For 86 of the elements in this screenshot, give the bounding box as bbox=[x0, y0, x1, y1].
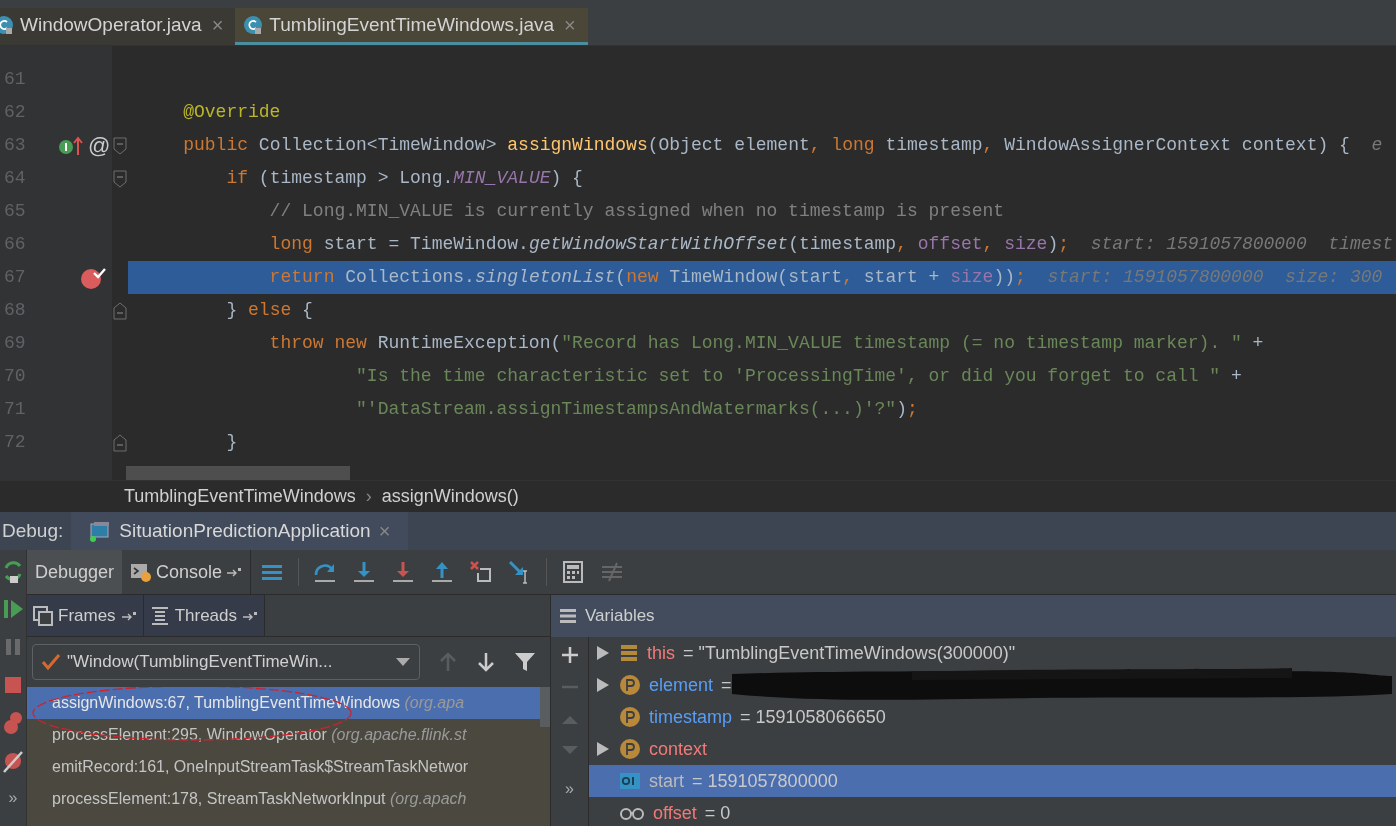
thread-name: "Window(TumblingEventTimeWin... bbox=[67, 651, 334, 674]
add-icon[interactable] bbox=[559, 645, 580, 665]
variable-value: = 0 bbox=[704, 801, 731, 825]
more-button[interactable]: » bbox=[8, 786, 18, 810]
variable-row[interactable]: context bbox=[589, 733, 1396, 765]
frame-row[interactable]: assignWindows:67, TumblingEventTimeWindows (org.apa bbox=[27, 687, 540, 719]
console-icon bbox=[130, 561, 153, 583]
variable-value: = 1591057800000 bbox=[692, 769, 838, 793]
run-window-icon bbox=[89, 520, 112, 542]
rerun-icon[interactable] bbox=[2, 558, 24, 584]
horizontal-scrollbar-thumb[interactable] bbox=[126, 466, 350, 480]
more-button[interactable]: » bbox=[565, 777, 574, 801]
code-line: @Override bbox=[182, 101, 282, 124]
filter-icon[interactable] bbox=[514, 651, 536, 673]
session-name: SituationPredictionApplication bbox=[119, 518, 371, 543]
threads-icon bbox=[149, 605, 170, 626]
pin-arrow-icon[interactable] bbox=[120, 609, 137, 622]
parameter-icon bbox=[619, 706, 641, 728]
expand-arrow-icon[interactable] bbox=[596, 645, 610, 661]
thread-dropdown[interactable]: "Window(TumblingEventTimeWin... bbox=[32, 644, 420, 680]
breadcrumb-separator: › bbox=[365, 485, 372, 508]
fold-marker-icon[interactable] bbox=[112, 300, 128, 321]
tab-label: WindowOperator.java bbox=[20, 12, 202, 37]
implements-up-arrow-icon[interactable] bbox=[58, 134, 84, 157]
pin-arrow-icon[interactable] bbox=[226, 566, 243, 578]
class-file-icon bbox=[243, 15, 264, 35]
panel-tab[interactable]: Frames bbox=[27, 595, 144, 636]
fold-marker-icon[interactable] bbox=[112, 135, 128, 156]
primitive-value-icon bbox=[619, 772, 641, 790]
frames-icon bbox=[33, 605, 53, 626]
variable-row[interactable]: offset = 0 bbox=[589, 797, 1396, 826]
tab-label: Console bbox=[156, 560, 223, 584]
scrollbar-thumb[interactable] bbox=[540, 687, 550, 727]
variable-name: offset bbox=[653, 801, 697, 825]
variables-icon bbox=[559, 607, 577, 625]
debug-tab[interactable]: Debugger bbox=[27, 550, 123, 594]
caret-icon bbox=[395, 657, 411, 667]
code-line: throw new RuntimeException("Record has Long.MIN_VALUE timestamp (= no timestamp marker). " + bbox=[268, 332, 1265, 355]
code-line: "Is the time characteristic set to 'ProcessingTime', or did you forget to call " + bbox=[355, 365, 1243, 388]
variable-value: = "TumblingEventTimeWindows(300000)" bbox=[683, 641, 1016, 665]
code-line: if (timestamp > Long.MIN_VALUE) { bbox=[225, 167, 584, 190]
variable-name: start bbox=[649, 769, 684, 793]
variable-value: = bbox=[721, 673, 732, 697]
check-icon bbox=[41, 653, 61, 671]
fold-marker-icon[interactable] bbox=[112, 168, 128, 189]
tab-label: Frames bbox=[58, 604, 116, 627]
code-line: public Collection<TimeWindow> assignWindows(Object element, long timestamp, WindowAssignerContext context) { e bbox=[182, 134, 1384, 157]
annotation-marker[interactable]: @ bbox=[88, 129, 111, 162]
editor-tab[interactable]: WindowOperator.java × bbox=[0, 8, 236, 45]
breakpoints-icon[interactable] bbox=[2, 710, 24, 736]
panel-title: Variables bbox=[585, 605, 655, 628]
fold-marker-icon[interactable] bbox=[112, 432, 128, 453]
variable-row[interactable]: element = bbox=[589, 669, 1396, 701]
variable-value: = 1591058066650 bbox=[740, 705, 886, 729]
variable-name: this bbox=[647, 641, 675, 665]
tab-label: TumblingEventTimeWindows.java bbox=[269, 12, 555, 37]
object-icon bbox=[619, 643, 639, 663]
glasses-icon bbox=[619, 805, 645, 821]
frame-row[interactable]: processElement:178, StreamTaskNetworkInput (org.apach bbox=[27, 783, 540, 815]
close-button[interactable]: × bbox=[211, 10, 224, 40]
editor-tab[interactable]: TumblingEventTimeWindows.java × bbox=[235, 8, 588, 45]
breadcrumb[interactable]: assignWindows() bbox=[381, 483, 519, 510]
down-arrow-icon[interactable] bbox=[476, 651, 496, 673]
variable-name: element bbox=[649, 673, 714, 697]
expand-arrow-icon[interactable] bbox=[596, 741, 610, 757]
breadcrumb[interactable]: TumblingEventTimeWindows bbox=[124, 483, 356, 510]
class-file-icon bbox=[0, 15, 14, 35]
session-tab[interactable]: SituationPredictionApplication × bbox=[71, 512, 409, 550]
variable-row[interactable]: timestamp = 1591058066650 bbox=[589, 701, 1396, 733]
variable-name: context bbox=[649, 737, 708, 761]
pin-arrow-icon[interactable] bbox=[242, 609, 258, 622]
tab-label: Threads bbox=[174, 604, 237, 627]
expand-arrow-icon[interactable] bbox=[596, 677, 610, 693]
code-line: long start = TimeWindow.getWindowStartWithOffset(timestamp, offset, size); start: 1591057800000 timest bbox=[268, 233, 1395, 256]
code-line: } else { bbox=[225, 299, 314, 322]
code-line: } bbox=[225, 431, 239, 454]
debug-label: Debug: bbox=[1, 518, 65, 543]
code-line: // Long.MIN_VALUE is currently assigned when no timestamp is present bbox=[268, 200, 1006, 223]
panel-tab[interactable]: Threads bbox=[143, 595, 265, 636]
code-line: "'DataStream.assignTimestampsAndWatermarks(...)'?"); bbox=[355, 398, 919, 421]
parameter-icon bbox=[619, 674, 641, 696]
variable-row[interactable]: this = "TumblingEventTimeWindows(300000)" bbox=[589, 637, 1396, 669]
frame-row[interactable]: emitRecord:161, OneInputStreamTask$StreamTaskNetwor bbox=[27, 751, 540, 783]
parameter-icon bbox=[619, 738, 641, 760]
variable-name: timestamp bbox=[649, 705, 733, 729]
tab-label: Debugger bbox=[35, 560, 115, 584]
